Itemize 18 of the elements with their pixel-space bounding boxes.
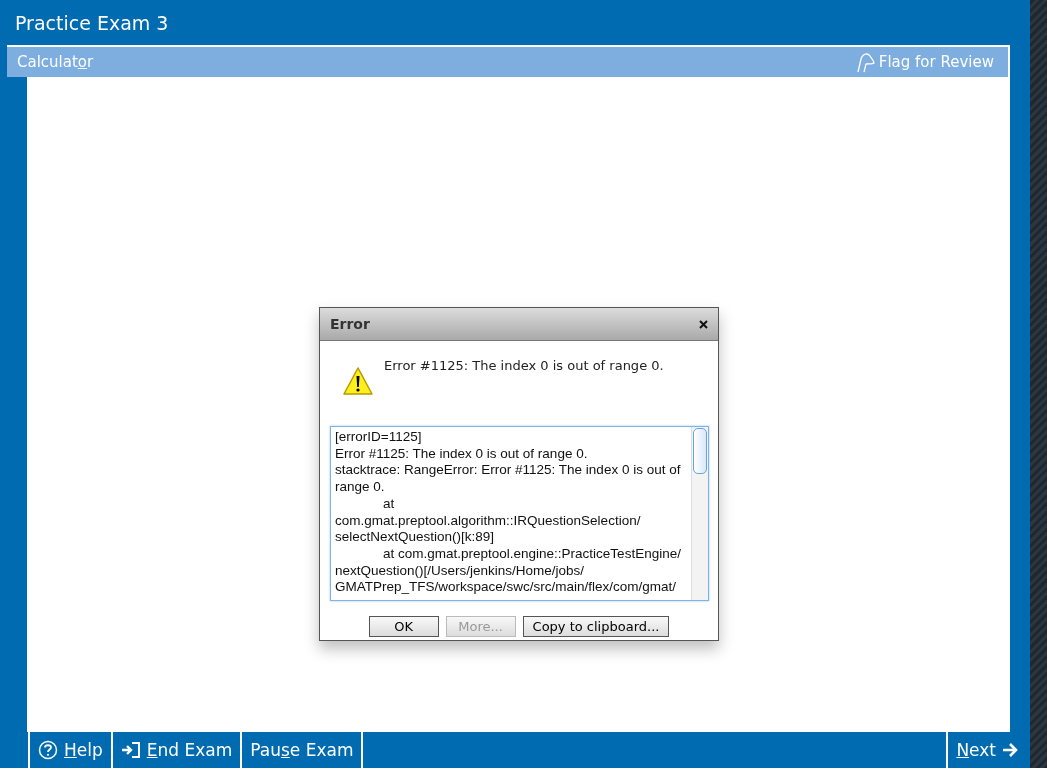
copy-button[interactable]: Copy to clipboard... xyxy=(522,616,670,637)
close-icon[interactable] xyxy=(699,319,708,329)
scrollbar-thumb[interactable] xyxy=(693,428,707,474)
details-text-area[interactable] xyxy=(330,426,709,601)
exit-icon xyxy=(120,741,141,759)
details-line: Error #1125: The index 0 is out of range 0. xyxy=(335,445,589,463)
help-icon xyxy=(38,740,58,760)
details-line: at com.gmat.preptool.engine::PracticeTestEngine/ nextQuestion()[/Users/jenkins/Home/jobs/ GMATPrep_TFS/workspace/swc/src/main/flex/com/gmat/ xyxy=(335,545,682,597)
warning-icon xyxy=(342,366,374,396)
dialog-title: Error xyxy=(330,316,370,332)
details-line: [errorID=1125] xyxy=(335,429,423,446)
details-line: at xyxy=(382,495,396,513)
details-line: stacktrace: RangeError: Error #1125: The index 0 is out of range 0. xyxy=(335,462,682,496)
arrow-right-icon xyxy=(1002,742,1018,758)
window-title: Practice Exam 3 xyxy=(15,11,169,34)
flag-icon xyxy=(855,51,876,73)
ok-button[interactable]: OK xyxy=(368,616,439,637)
error-message: Error #1125: The index 0 is out of range 0. xyxy=(384,358,664,373)
